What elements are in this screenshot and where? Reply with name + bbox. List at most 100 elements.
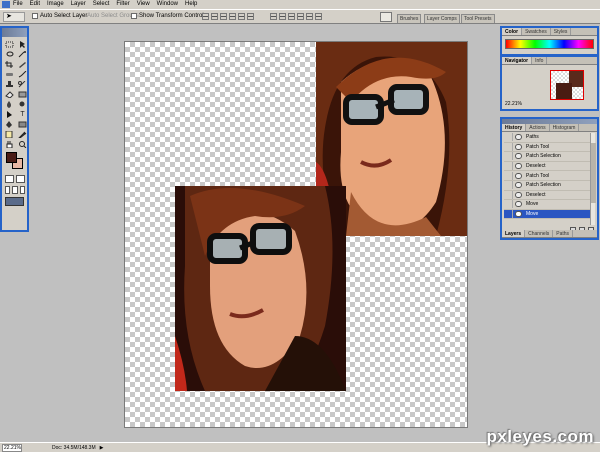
healing-brush-icon[interactable] [4, 70, 15, 78]
align-top-icon[interactable] [202, 13, 209, 20]
history-state-move-current[interactable]: Move [504, 209, 590, 220]
path-selection-tool-icon[interactable] [4, 110, 15, 118]
standard-mode-icon[interactable] [5, 175, 14, 183]
color-ramp[interactable] [505, 39, 594, 49]
tab-tool-presets[interactable]: Tool Presets [461, 14, 495, 23]
history-brush-source[interactable] [504, 171, 513, 180]
history-state-patch-tool[interactable]: Patch Tool [504, 142, 590, 153]
menu-select[interactable]: Select [93, 1, 110, 8]
history-brush-source[interactable] [504, 142, 513, 151]
tab-paths[interactable]: Paths [553, 230, 574, 237]
align-left-icon[interactable] [229, 13, 236, 20]
patch-icon [515, 182, 522, 189]
tab-swatches[interactable]: Swatches [522, 28, 551, 35]
history-brush-source[interactable] [504, 133, 513, 142]
tab-histogram[interactable]: Histogram [550, 124, 580, 131]
navigator-view-box[interactable] [550, 70, 584, 100]
distribute-left-icon[interactable] [297, 13, 304, 20]
menu-window[interactable]: Window [157, 1, 178, 8]
align-center-icon[interactable] [238, 13, 245, 20]
history-state-deselect[interactable]: Deselect [504, 190, 590, 201]
align-middle-icon[interactable] [211, 13, 218, 20]
full-screen-menu-icon[interactable] [12, 186, 18, 194]
show-transform-controls-checkbox[interactable]: Show Transform Controls [131, 13, 207, 19]
hand-tool-icon[interactable] [4, 140, 15, 148]
zoom-level-field[interactable]: 22.21% [2, 443, 22, 452]
tab-layer-comps[interactable]: Layer Comps [424, 14, 460, 23]
photoshop-app-icon[interactable] [2, 1, 10, 8]
tab-history[interactable]: History [502, 124, 527, 131]
history-state-patch-selection[interactable]: Patch Selection [504, 152, 590, 162]
align-bottom-icon[interactable] [220, 13, 227, 20]
gradient-tool-icon[interactable] [17, 90, 28, 98]
foreground-color-swatch[interactable] [6, 152, 17, 163]
photo-layer-bottom[interactable] [175, 186, 346, 391]
history-brush-source[interactable] [504, 181, 513, 190]
history-scrollbar[interactable] [590, 133, 596, 225]
zoom-tool-icon[interactable] [17, 140, 28, 148]
distribute-center-icon[interactable] [306, 13, 313, 20]
tab-color[interactable]: Color [502, 28, 523, 35]
eraser-tool-icon[interactable] [4, 90, 15, 98]
tab-actions[interactable]: Actions [526, 124, 550, 131]
pen-tool-icon[interactable] [4, 120, 15, 128]
history-brush-source[interactable] [504, 190, 513, 199]
history-state-move[interactable]: Move [504, 200, 590, 210]
move-tool-icon[interactable] [17, 40, 28, 48]
toolbox-title-bar[interactable] [2, 28, 27, 37]
shape-tool-icon[interactable] [17, 120, 28, 128]
history-state-deselect[interactable]: Deselect [504, 162, 590, 172]
blur-tool-icon[interactable] [4, 100, 15, 108]
menu-edit[interactable]: Edit [30, 1, 40, 8]
distribute-middle-icon[interactable] [279, 13, 286, 20]
full-screen-icon[interactable] [19, 186, 25, 194]
navigator-zoom-field[interactable]: 22.21% [505, 101, 522, 107]
auto-select-layer-checkbox[interactable]: Auto Select Layer [32, 13, 87, 19]
history-brush-icon[interactable] [17, 80, 28, 88]
distribute-bottom-icon[interactable] [288, 13, 295, 20]
menu-layer[interactable]: Layer [71, 1, 86, 8]
crop-tool-icon[interactable] [4, 60, 15, 68]
magic-wand-tool-icon[interactable] [17, 50, 28, 58]
menu-filter[interactable]: Filter [116, 1, 129, 8]
menu-view[interactable]: View [137, 1, 150, 8]
distribute-top-icon[interactable] [270, 13, 277, 20]
distribute-right-icon[interactable] [315, 13, 322, 20]
tab-brushes[interactable]: Brushes [397, 14, 422, 23]
history-state-paths[interactable]: Paths [504, 133, 590, 143]
standard-screen-icon[interactable] [5, 186, 11, 194]
status-menu-arrow-icon[interactable]: ▶ [100, 445, 104, 451]
slice-tool-icon[interactable] [17, 60, 28, 68]
clone-stamp-icon[interactable] [4, 80, 15, 88]
notes-tool-icon[interactable] [4, 130, 15, 138]
eyedropper-tool-icon[interactable] [17, 130, 28, 138]
history-brush-source[interactable] [504, 162, 513, 171]
menu-image[interactable]: Image [47, 1, 64, 8]
type-tool-icon[interactable]: T [17, 110, 28, 118]
history-brush-source[interactable] [504, 210, 513, 219]
history-brush-source[interactable] [504, 152, 513, 161]
dodge-tool-icon[interactable] [17, 100, 28, 108]
menu-file[interactable]: File [13, 1, 23, 8]
tool-preset-picker[interactable]: ➤ [3, 12, 25, 22]
jump-to-imageready-icon[interactable] [5, 197, 24, 206]
lasso-tool-icon[interactable] [4, 50, 15, 58]
palette-well-icon[interactable] [380, 12, 392, 22]
document-canvas[interactable] [124, 41, 468, 428]
tab-styles[interactable]: Styles [551, 28, 572, 35]
history-state-patch-selection[interactable]: Patch Selection [504, 181, 590, 191]
options-bar: ➤ Auto Select Layer Auto Select Groups S… [0, 9, 600, 24]
marquee-tool-icon[interactable] [4, 40, 15, 48]
quick-mask-mode-icon[interactable] [16, 175, 25, 183]
screen-modes [2, 183, 27, 194]
tab-info[interactable]: Info [532, 57, 548, 64]
history-state-patch-tool[interactable]: Patch Tool [504, 171, 590, 181]
menu-help[interactable]: Help [185, 1, 197, 8]
scrollbar-thumb[interactable] [591, 143, 596, 203]
tab-layers[interactable]: Layers [502, 230, 526, 237]
history-brush-source[interactable] [504, 200, 513, 209]
brush-tool-icon[interactable] [17, 70, 28, 78]
align-right-icon[interactable] [247, 13, 254, 20]
tab-navigator[interactable]: Navigator [502, 57, 533, 64]
tab-channels[interactable]: Channels [525, 230, 554, 237]
